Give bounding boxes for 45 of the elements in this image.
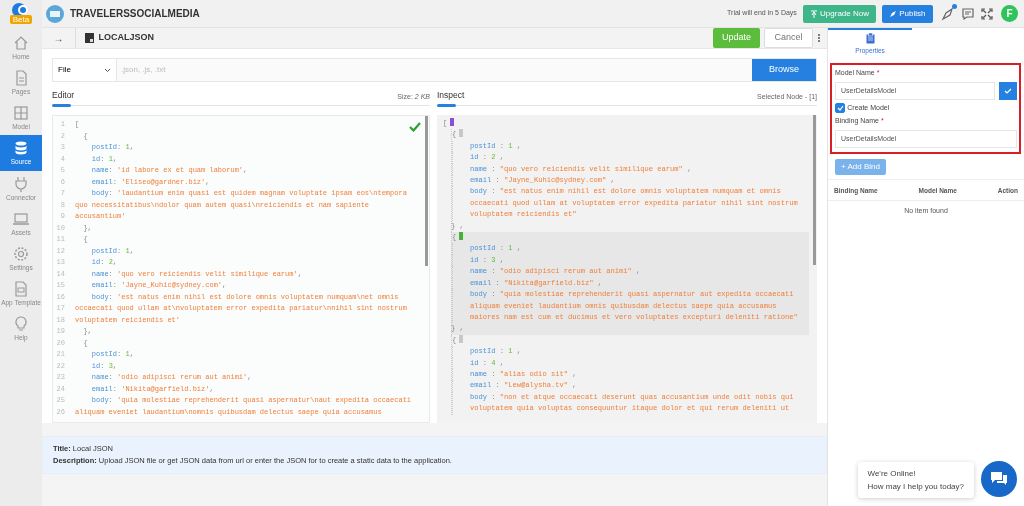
chat-icon xyxy=(990,471,1008,487)
check-icon xyxy=(1004,87,1012,94)
home-icon xyxy=(13,35,29,51)
scrollbar[interactable] xyxy=(425,116,428,266)
fullscreen-icon[interactable] xyxy=(980,7,993,20)
bulb-icon xyxy=(13,316,29,333)
plug-icon xyxy=(13,175,29,192)
node-marker xyxy=(450,118,455,126)
page-title: LOCALJSON xyxy=(98,31,154,45)
back-button[interactable]: → xyxy=(42,28,76,48)
database-icon xyxy=(13,140,29,157)
confirm-button[interactable] xyxy=(999,81,1017,100)
chat-title: We're Online! xyxy=(867,468,917,480)
node-marker xyxy=(459,334,464,343)
project-name: TRAVELERSSOCIALMEDIA xyxy=(70,7,200,21)
scrollbar[interactable] xyxy=(813,115,816,265)
check-icon xyxy=(836,104,844,111)
tab-indicator xyxy=(52,104,71,107)
document-icon xyxy=(13,281,29,297)
settings-icon xyxy=(13,245,29,262)
tab-indicator xyxy=(437,104,456,107)
upgrade-icon xyxy=(809,9,818,18)
upgrade-button[interactable]: Upgrade Now xyxy=(802,4,876,23)
inspect-tab[interactable]: Inspect xyxy=(437,89,465,102)
editor-tab[interactable]: Editor xyxy=(52,89,75,102)
cancel-button[interactable]: Cancel xyxy=(764,28,813,48)
app-icon xyxy=(46,4,64,23)
avatar[interactable]: F xyxy=(1001,5,1018,22)
update-button[interactable]: Update xyxy=(712,28,760,48)
clipboard-icon xyxy=(865,32,875,44)
grid-icon xyxy=(13,105,29,122)
json-node[interactable] xyxy=(451,232,809,335)
chat-icon[interactable] xyxy=(960,6,975,21)
add-bind-button[interactable]: + Add Bind xyxy=(835,158,886,175)
beta-badge: Beta xyxy=(9,15,33,24)
file-icon xyxy=(85,33,94,43)
chat-subtitle: How may I help you today? xyxy=(867,481,964,493)
laptop-icon xyxy=(13,210,29,227)
page-icon xyxy=(13,70,29,87)
node-marker xyxy=(459,129,464,138)
publish-button[interactable]: Publish xyxy=(882,4,933,23)
code-editor[interactable] xyxy=(52,115,430,423)
checkbox[interactable] xyxy=(835,102,845,113)
node-marker xyxy=(459,232,464,241)
kebab-menu-icon[interactable] xyxy=(817,33,821,43)
